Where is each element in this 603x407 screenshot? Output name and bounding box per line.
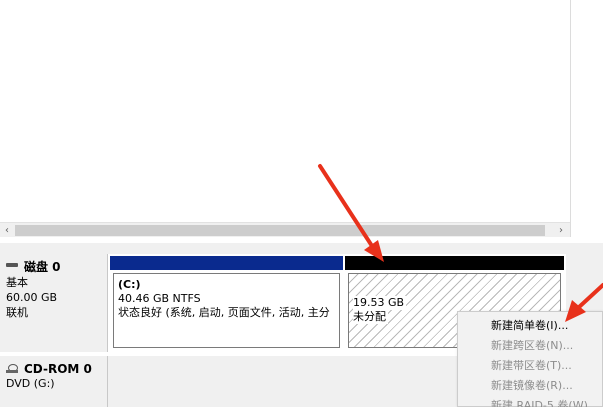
partition-c[interactable]: (C:) 40.46 GB NTFS 状态良好 (系统, 启动, 页面文件, 活…	[110, 256, 343, 350]
cdrom-name: CD-ROM 0	[24, 362, 92, 376]
disk-0-info[interactable]: 磁盘 0 基本 60.00 GB 联机	[0, 254, 108, 352]
disk-type: 基本	[6, 276, 28, 289]
scroll-right-icon[interactable]: ›	[554, 223, 568, 238]
right-panel-edge	[570, 0, 603, 242]
menu-new-simple-volume[interactable]: 新建简单卷(I)...	[458, 316, 602, 336]
menu-new-mirrored-volume[interactable]: 新建镜像卷(R)...	[458, 376, 602, 396]
partition-c-box[interactable]: (C:) 40.46 GB NTFS 状态良好 (系统, 启动, 页面文件, 活…	[113, 273, 340, 348]
partition-c-label: (C:)	[118, 278, 141, 291]
disk-status: 联机	[6, 306, 28, 319]
scroll-left-icon[interactable]: ‹	[0, 223, 14, 238]
volume-list-area	[0, 0, 570, 222]
unallocated-bar	[345, 256, 564, 270]
partition-c-bar	[110, 256, 343, 270]
menu-new-raid5-volume[interactable]: 新建 RAID-5 卷(W)...	[458, 396, 602, 407]
unallocated-state: 未分配	[353, 310, 388, 324]
horizontal-scrollbar[interactable]: ‹ ›	[0, 222, 570, 237]
unallocated-size: 19.53 GB	[353, 296, 407, 310]
hard-disk-icon	[6, 262, 18, 267]
menu-new-striped-volume[interactable]: 新建带区卷(T)...	[458, 356, 602, 376]
scrollbar-thumb[interactable]	[15, 225, 545, 236]
cd-drive-icon	[6, 364, 18, 374]
disk-name: 磁盘 0	[24, 260, 61, 274]
partition-c-size: 40.46 GB NTFS	[118, 292, 201, 305]
menu-new-spanned-volume[interactable]: 新建跨区卷(N)...	[458, 336, 602, 356]
cdrom-drive: DVD (G:)	[6, 377, 55, 390]
disk-size: 60.00 GB	[6, 291, 58, 304]
context-menu: 新建简单卷(I)... 新建跨区卷(N)... 新建带区卷(T)... 新建镜像…	[457, 311, 603, 407]
cdrom-0-info[interactable]: CD-ROM 0 DVD (G:)	[0, 356, 108, 407]
partition-c-state: 状态良好 (系统, 启动, 页面文件, 活动, 主分	[118, 306, 330, 319]
